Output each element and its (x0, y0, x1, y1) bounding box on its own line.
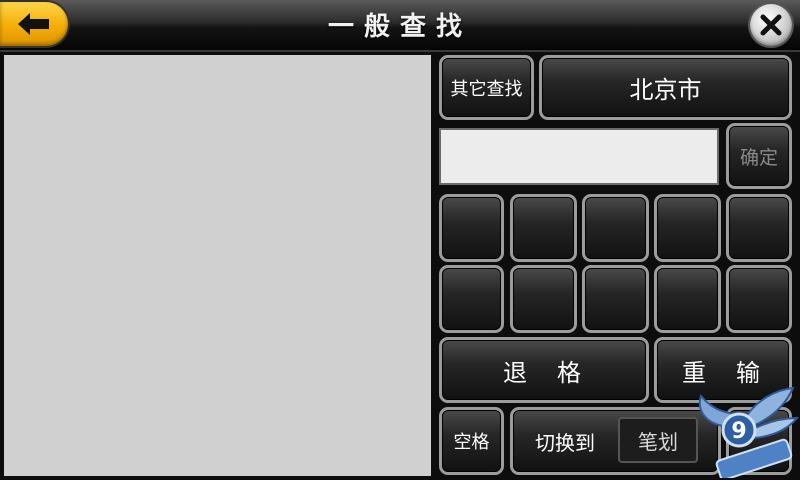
results-list[interactable] (4, 55, 431, 476)
input-mode-label: 笔划 (618, 417, 698, 463)
other-search-button[interactable]: 其它查找 (439, 55, 534, 120)
switch-label: 切换到 (535, 430, 595, 455)
candidate-key-3[interactable] (582, 194, 649, 262)
candidate-key-9[interactable] (654, 265, 721, 333)
candidate-key-5[interactable] (726, 194, 792, 262)
title-bar: 一般查找 (0, 0, 800, 52)
search-input[interactable] (439, 128, 719, 185)
city-selector-button[interactable]: 北京市 (539, 55, 792, 120)
candidate-key-2[interactable] (510, 194, 577, 262)
space-button[interactable]: 空格 (439, 407, 504, 475)
candidate-key-6[interactable] (439, 265, 504, 333)
backspace-label-2: 格 (557, 358, 585, 387)
brand-logo-icon: 9 (698, 386, 799, 478)
candidate-key-8[interactable] (582, 265, 649, 333)
svg-text:9: 9 (731, 419, 746, 444)
candidate-key-10[interactable] (726, 265, 792, 333)
close-button[interactable] (750, 4, 792, 46)
candidate-key-7[interactable] (510, 265, 577, 333)
backspace-label-1: 退 (503, 358, 531, 387)
candidate-key-1[interactable] (439, 194, 504, 262)
candidate-key-4[interactable] (654, 194, 721, 262)
backspace-button[interactable]: 退 格 (439, 337, 649, 403)
page-title: 一般查找 (327, 12, 472, 42)
close-icon (760, 14, 782, 36)
confirm-button[interactable]: 确定 (726, 123, 792, 189)
